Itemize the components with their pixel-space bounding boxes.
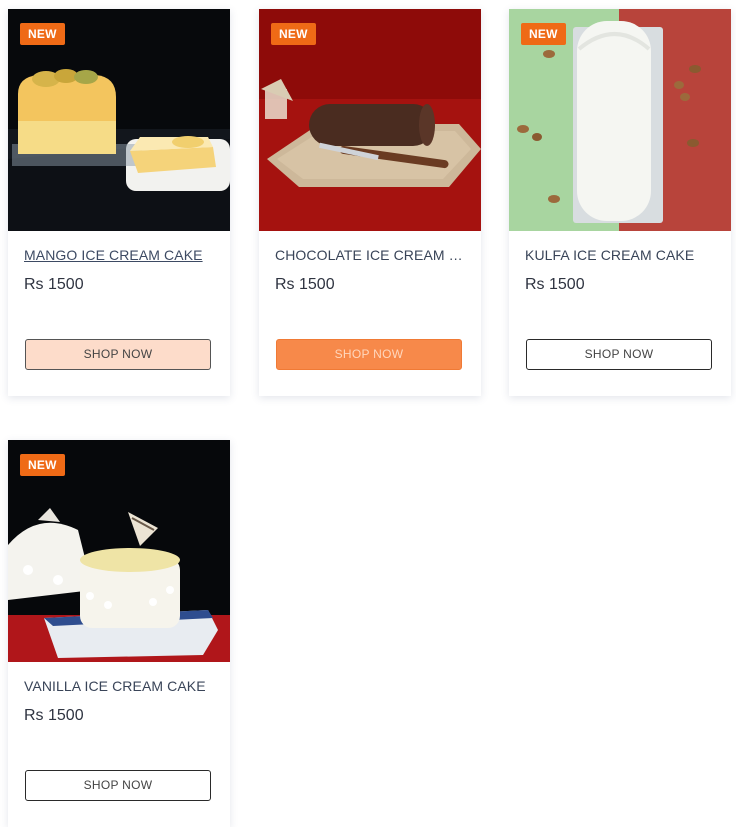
new-badge: NEW <box>20 454 65 476</box>
product-image-mango[interactable]: NEW <box>8 9 230 231</box>
product-price: Rs 1500 <box>24 276 84 293</box>
product-card-chocolate[interactable]: NEW CHOCOLATE ICE CREAM CAKE Rs 1500 SHO… <box>259 9 481 396</box>
product-image-chocolate[interactable]: NEW <box>259 9 481 231</box>
new-badge: NEW <box>521 23 566 45</box>
product-price: Rs 1500 <box>24 707 84 724</box>
product-card-vanilla[interactable]: NEW VANILLA ICE CREAM CAKE Rs 1500 SHOP … <box>8 440 230 827</box>
product-image-kulfa[interactable]: NEW <box>509 9 731 231</box>
new-badge: NEW <box>20 23 65 45</box>
product-name[interactable]: VANILLA ICE CREAM CAKE <box>24 678 214 694</box>
product-price: Rs 1500 <box>275 276 335 293</box>
product-name[interactable]: KULFA ICE CREAM CAKE <box>525 247 715 263</box>
shop-now-button[interactable]: SHOP NOW <box>25 339 211 370</box>
product-card-mango[interactable]: NEW MANGO ICE CREAM CAKE Rs 1500 SHOP NO… <box>8 9 230 396</box>
product-name-link[interactable]: MANGO ICE CREAM CAKE <box>24 247 214 263</box>
shop-now-button[interactable]: SHOP NOW <box>276 339 462 370</box>
shop-now-button[interactable]: SHOP NOW <box>25 770 211 801</box>
product-name[interactable]: CHOCOLATE ICE CREAM CAKE <box>275 247 465 263</box>
product-card-kulfa[interactable]: NEW KULFA ICE CREAM CAKE Rs 1500 SHOP NO… <box>509 9 731 396</box>
shop-now-button[interactable]: SHOP NOW <box>526 339 712 370</box>
product-image-vanilla[interactable]: NEW <box>8 440 230 662</box>
product-price: Rs 1500 <box>525 276 585 293</box>
new-badge: NEW <box>271 23 316 45</box>
